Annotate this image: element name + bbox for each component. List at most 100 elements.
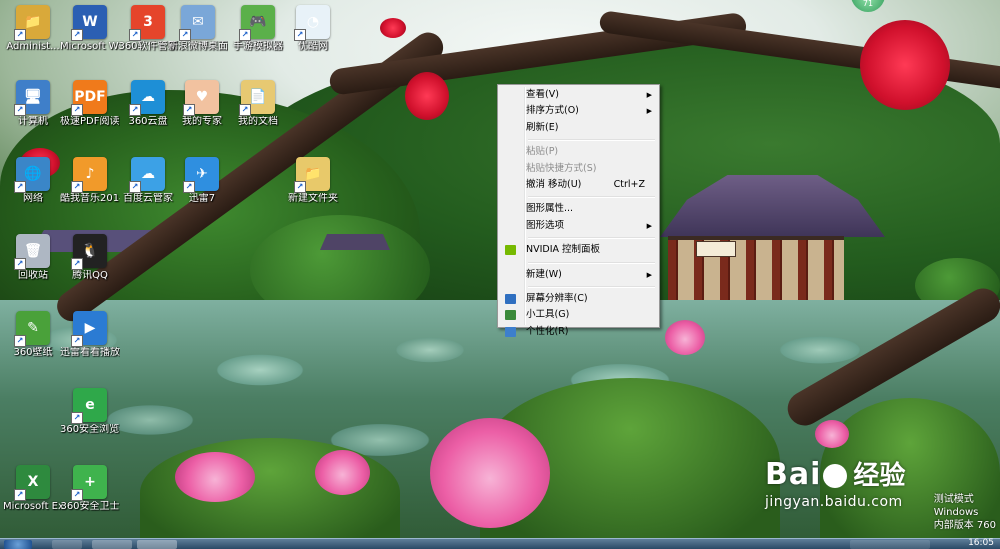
desktop-icon-game[interactable]: 🎮↗手游模拟器 xyxy=(228,5,288,53)
desktop-icon-360cloud[interactable]: ☁↗ 360云盘 xyxy=(118,80,178,128)
desktop-icon-recycle[interactable]: 🗑↗回收站 xyxy=(3,234,63,282)
desktop-icon-label: 计算机 xyxy=(3,116,63,128)
menu-separator xyxy=(528,196,655,198)
computer-icon: 🖥↗ xyxy=(16,80,50,114)
desktop-icon-word2003[interactable]: W↗ Microsoft Word 2003 xyxy=(60,5,120,53)
desktop-icon-computer[interactable]: 🖥↗ 计算机 xyxy=(3,80,63,128)
nvidia-icon xyxy=(505,245,516,255)
word2003-icon: W↗ xyxy=(73,5,107,39)
windows-build-info: 测试模式 Windows 内部版本 760 xyxy=(934,493,996,532)
shortcut-arrow-icon: ↗ xyxy=(71,489,83,501)
360guard-icon: +↗ xyxy=(73,465,107,499)
taskbar xyxy=(0,538,1000,549)
menu-item-label: 屏幕分辨率(C) xyxy=(526,293,588,304)
desktop-icon-kuwo[interactable]: ♪↗ 酷我音乐2014 xyxy=(60,157,120,205)
desktop-icon-xunlei[interactable]: ✈↗ 迅雷7 xyxy=(172,157,232,205)
shortcut-arrow-icon: ↗ xyxy=(71,412,83,424)
xunlei-icon: ✈↗ xyxy=(185,157,219,191)
menu-item-label: 撤消 移动(U) xyxy=(526,179,581,190)
desktop-context-menu: 查看(V)▶排序方式(O)▶刷新(E)粘贴(P)粘贴快捷方式(S)撤消 移动(U… xyxy=(497,84,660,328)
desktop-icon-baiduyun[interactable]: ☁↗百度云管家 xyxy=(118,157,178,205)
desktop-icon-excel2003[interactable]: X↗Microsoft Excel 2003 xyxy=(3,465,63,513)
desktop-icon-myhome[interactable]: ♥↗我的专家 xyxy=(172,80,232,128)
menu-item-resolution[interactable]: 屏幕分辨率(C) xyxy=(500,291,657,307)
shortcut-arrow-icon: ↗ xyxy=(294,181,306,193)
shortcut-arrow-icon: ↗ xyxy=(14,181,26,193)
desktop-icon-label: 酷我音乐2014 xyxy=(60,193,120,205)
desktop-icon-360guard[interactable]: +↗360安全卫士 xyxy=(60,465,120,513)
build-os-name: Windows xyxy=(934,506,996,519)
shortcut-arrow-icon: ↗ xyxy=(14,335,26,347)
menu-item-nvidia[interactable]: NVIDIA 控制面板 xyxy=(500,242,657,258)
menu-item-undo_move[interactable]: 撤消 移动(U) Ctrl+Z xyxy=(500,177,657,193)
taskbar-clock[interactable]: 16:05 xyxy=(968,538,994,548)
shortcut-arrow-icon: ↗ xyxy=(14,489,26,501)
qq-icon: 🐧↗ xyxy=(73,234,107,268)
desktop-icon-xiaobei[interactable]: ✉↗新浪微博桌面版 xyxy=(168,5,228,53)
menu-item-gadgets[interactable]: 小工具(G) xyxy=(500,307,657,323)
desktop-icon-label: 360壁纸 xyxy=(3,347,63,359)
menu-item-sort[interactable]: 排序方式(O) ▶ xyxy=(500,103,657,119)
desktop-icon-qq[interactable]: 🐧↗ 腾讯QQ xyxy=(60,234,120,282)
desktop-icon-label: 回收站 xyxy=(3,270,63,282)
desktop-icon-mydocs[interactable]: 📄↗我的文档 xyxy=(228,80,288,128)
wallpaper-pavilion-sign xyxy=(696,241,736,257)
wallpaper-flower xyxy=(380,18,406,38)
mydocs-icon: 📄↗ xyxy=(241,80,275,114)
shortcut-arrow-icon: ↗ xyxy=(129,104,141,116)
kuwo-icon: ♪↗ xyxy=(73,157,107,191)
desktop-icon-label: 腾讯QQ xyxy=(60,270,120,282)
desktop-icon-network[interactable]: 🌐↗网络 xyxy=(3,157,63,205)
menu-item-label: NVIDIA 控制面板 xyxy=(526,244,600,255)
desktop-icon-grid: 📁↗Administ...W↗Microsoft Word 20033↗360软… xyxy=(0,0,340,548)
desktop-icon-newfolder[interactable]: 📁↗新建文件夹 xyxy=(283,157,343,205)
game-icon: 🎮↗ xyxy=(241,5,275,39)
personalize-icon xyxy=(505,327,516,337)
menu-item-new[interactable]: 新建(W)▶ xyxy=(500,267,657,283)
baiduyun-icon: ☁↗ xyxy=(131,157,165,191)
desktop-icon-label: 迅雷看看播放器 xyxy=(60,347,120,359)
desktop-icon-label: 360云盘 xyxy=(118,116,178,128)
shortcut-arrow-icon: ↗ xyxy=(179,29,191,41)
submenu-arrow-icon: ▶ xyxy=(647,103,652,119)
desktop-icon-360wallpaper[interactable]: ✎↗360壁纸 xyxy=(3,311,63,359)
menu-item-refresh[interactable]: 刷新(E) xyxy=(500,120,657,136)
gadget-icon xyxy=(505,310,516,320)
360cloud-icon: ☁↗ xyxy=(131,80,165,114)
shortcut-arrow-icon: ↗ xyxy=(14,258,26,270)
watermark-brand: Bai xyxy=(765,457,849,492)
wallpaper-flower xyxy=(405,72,449,120)
menu-item-label: 查看(V) xyxy=(526,89,559,100)
menu-item-graphics_options[interactable]: 图形选项▶ xyxy=(500,218,657,234)
menu-item-personalize[interactable]: 个性化(R) xyxy=(500,324,657,340)
administrator-icon: 📁↗ xyxy=(16,5,50,39)
desktop-icon-label: 极速PDF阅读器 xyxy=(60,116,120,128)
menu-item-graphics_props[interactable]: 图形属性... xyxy=(500,201,657,217)
shortcut-arrow-icon: ↗ xyxy=(71,104,83,116)
desktop-icon-label: Administ... xyxy=(3,41,63,53)
display-icon xyxy=(505,294,516,304)
desktop-icon-administrator[interactable]: 📁↗ Administ... xyxy=(3,5,63,53)
desktop-icon-label: 迅雷7 xyxy=(172,193,232,205)
desktop-icon-label: Microsoft Word 2003 xyxy=(60,41,120,53)
desktop-icon-360security[interactable]: e↗360安全浏览器 xyxy=(60,388,120,436)
shortcut-arrow-icon: ↗ xyxy=(71,181,83,193)
menu-item-label: 排序方式(O) xyxy=(526,105,579,116)
360soft-icon: 3↗ xyxy=(131,5,165,39)
menu-separator xyxy=(528,262,655,264)
shortcut-arrow-icon: ↗ xyxy=(129,181,141,193)
wallpaper-flower xyxy=(860,20,950,110)
360security-icon: e↗ xyxy=(73,388,107,422)
desktop-icon-xunleikankan[interactable]: ▶↗迅雷看看播放器 xyxy=(60,311,120,359)
shortcut-arrow-icon: ↗ xyxy=(71,258,83,270)
menu-item-view[interactable]: 查看(V)▶ xyxy=(500,87,657,103)
newfolder-icon: 📁↗ xyxy=(296,157,330,191)
menu-item-shortcut: Ctrl+Z xyxy=(614,177,645,193)
shortcut-arrow-icon: ↗ xyxy=(294,29,306,41)
menu-item-paste_shortcut: 粘贴快捷方式(S) xyxy=(500,161,657,177)
desktop-icon-pdfreader[interactable]: PDF↗极速PDF阅读器 xyxy=(60,80,120,128)
shortcut-arrow-icon: ↗ xyxy=(14,29,26,41)
desktop-icon-youku[interactable]: ◔↗优酷网 xyxy=(283,5,343,53)
excel2003-icon: X↗ xyxy=(16,465,50,499)
baidu-jingyan-watermark: Bai经验 jingyan.baidu.com xyxy=(765,455,905,510)
